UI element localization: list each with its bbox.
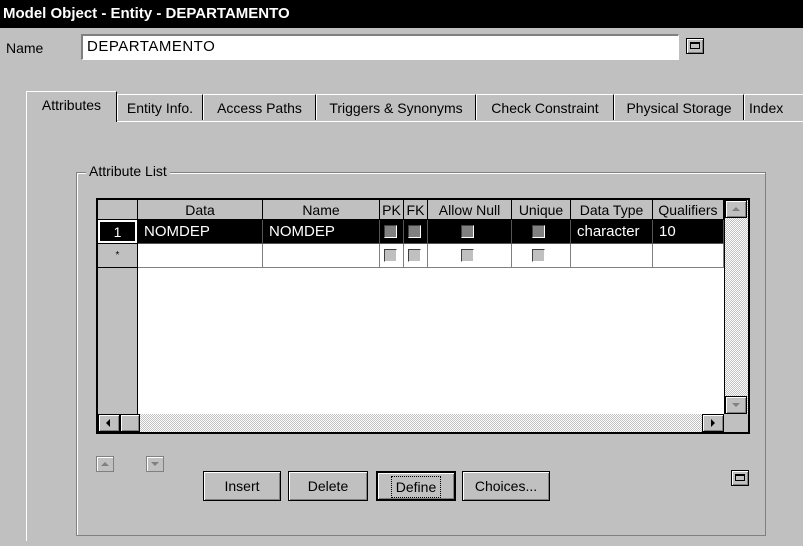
- attribute-list-label: Attribute List: [86, 163, 170, 179]
- scroll-left-icon: [106, 419, 110, 427]
- unique-checkbox[interactable]: [532, 225, 545, 238]
- column-header-qualifiers[interactable]: Qualifiers: [653, 200, 724, 220]
- allow-null-checkbox[interactable]: [461, 249, 474, 262]
- delete-button[interactable]: Delete: [288, 471, 368, 501]
- column-header-data-type[interactable]: Data Type: [571, 200, 653, 220]
- grid-header: Data Name PK FK Allow Null Unique Data T…: [98, 200, 748, 220]
- cell-data[interactable]: [138, 244, 263, 268]
- column-header-fk[interactable]: FK: [404, 200, 428, 220]
- move-up-icon: [101, 462, 109, 466]
- cell-qualifiers[interactable]: 10: [653, 220, 724, 244]
- column-header-allow-null[interactable]: Allow Null: [428, 200, 512, 220]
- scroll-corner: [724, 414, 748, 432]
- tab-index[interactable]: Index: [744, 94, 803, 120]
- cell-data[interactable]: NOMDEP: [138, 220, 263, 244]
- insert-button[interactable]: Insert: [203, 471, 281, 501]
- cell-data-type[interactable]: [571, 244, 653, 268]
- vertical-scrollbar[interactable]: [724, 200, 748, 414]
- scroll-up-icon: [732, 207, 740, 211]
- cell-pk[interactable]: [380, 244, 404, 268]
- window-title: Model Object - Entity - DEPARTAMENTO: [3, 5, 290, 22]
- name-field[interactable]: DEPARTAMENTO: [81, 34, 679, 60]
- choices-button[interactable]: Choices...: [462, 471, 550, 501]
- column-header-name[interactable]: Name: [263, 200, 380, 220]
- table-row[interactable]: 1 NOMDEP NOMDEP character 10: [98, 220, 748, 244]
- column-header-data[interactable]: Data: [138, 200, 263, 220]
- tab-entity-info[interactable]: Entity Info.: [117, 94, 203, 120]
- cell-fk[interactable]: [404, 220, 428, 244]
- cell-allow-null[interactable]: [428, 244, 512, 268]
- move-down-icon: [151, 462, 159, 466]
- allow-null-checkbox[interactable]: [461, 225, 474, 238]
- scroll-down-icon: [732, 403, 740, 407]
- cell-fk[interactable]: [404, 244, 428, 268]
- pk-checkbox[interactable]: [384, 225, 397, 238]
- name-expand-button[interactable]: [686, 38, 704, 54]
- tab-attributes[interactable]: Attributes: [26, 91, 117, 122]
- table-row[interactable]: *: [98, 244, 748, 268]
- cell-name[interactable]: NOMDEP: [263, 220, 380, 244]
- scroll-right-icon: [711, 419, 715, 427]
- cell-unique[interactable]: [512, 244, 571, 268]
- scroll-down-button[interactable]: [725, 396, 747, 414]
- define-button-label: Define: [390, 476, 442, 498]
- scroll-right-button[interactable]: [702, 414, 724, 432]
- row-header[interactable]: 1: [98, 220, 138, 244]
- attribute-grid[interactable]: Data Name PK FK Allow Null Unique Data T…: [96, 198, 750, 434]
- cell-data-type[interactable]: character: [571, 220, 653, 244]
- row-header[interactable]: *: [98, 244, 138, 268]
- fk-checkbox[interactable]: [408, 225, 421, 238]
- cell-unique[interactable]: [512, 220, 571, 244]
- horizontal-scroll-thumb[interactable]: [120, 414, 140, 432]
- cell-allow-null[interactable]: [428, 220, 512, 244]
- name-label: Name: [6, 40, 44, 56]
- scroll-left-button[interactable]: [98, 414, 120, 432]
- row-header-column: [98, 268, 138, 432]
- horizontal-scrollbar[interactable]: [98, 414, 724, 432]
- attribute-list-expand-button[interactable]: [731, 470, 749, 486]
- tab-triggers-synonyms[interactable]: Triggers & Synonyms: [316, 94, 476, 120]
- pk-checkbox[interactable]: [384, 249, 397, 262]
- fk-checkbox[interactable]: [408, 249, 421, 262]
- grid-corner[interactable]: [98, 200, 138, 220]
- move-up-button[interactable]: [96, 456, 114, 472]
- move-down-button[interactable]: [146, 456, 164, 472]
- column-header-unique[interactable]: Unique: [512, 200, 571, 220]
- unique-checkbox[interactable]: [532, 249, 545, 262]
- tab-check-constraint[interactable]: Check Constraint: [476, 94, 614, 120]
- cell-qualifiers[interactable]: [653, 244, 724, 268]
- tab-physical-storage[interactable]: Physical Storage: [614, 94, 744, 120]
- window-title-bar: Model Object - Entity - DEPARTAMENTO: [0, 0, 803, 28]
- define-button[interactable]: Define: [376, 471, 456, 501]
- tab-access-paths[interactable]: Access Paths: [203, 94, 316, 120]
- scroll-up-button[interactable]: [725, 200, 747, 218]
- cell-pk[interactable]: [380, 220, 404, 244]
- cell-name[interactable]: [263, 244, 380, 268]
- column-header-pk[interactable]: PK: [380, 200, 404, 220]
